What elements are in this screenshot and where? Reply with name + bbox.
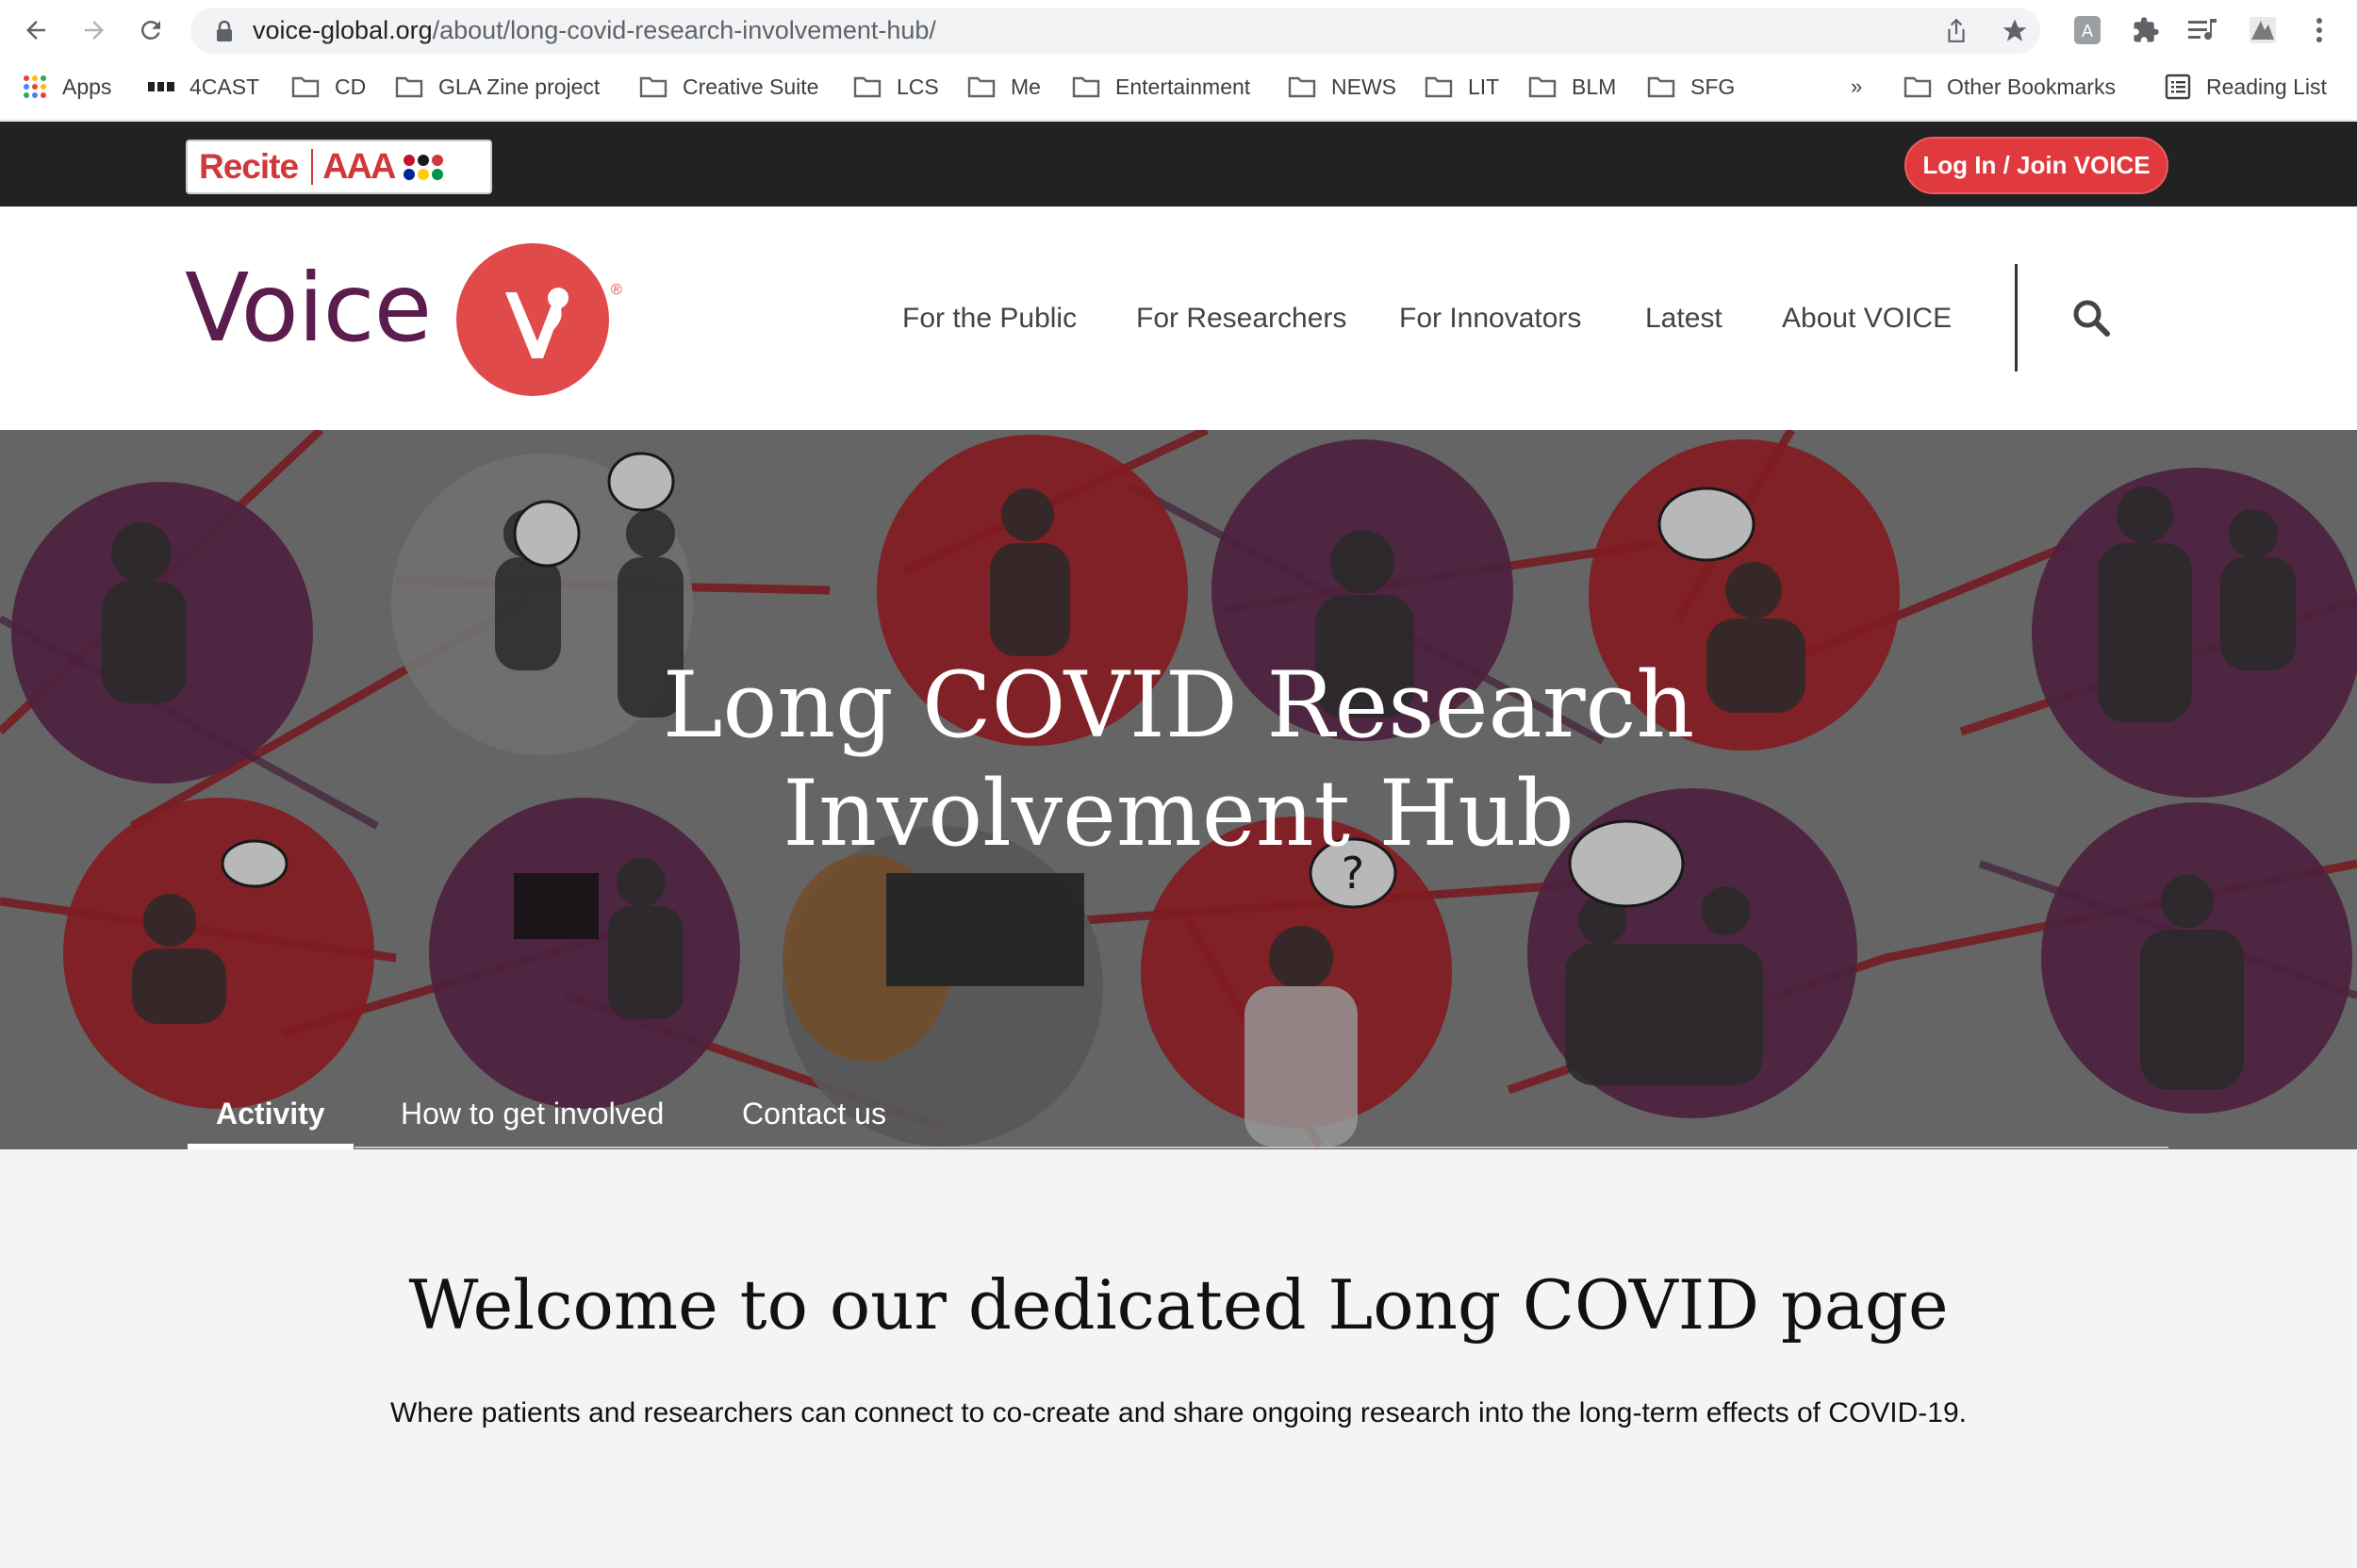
bookmark-gla-zine-project[interactable]: GLA Zine project <box>395 60 600 113</box>
hero-title: Long COVID Research Involvement Hub <box>0 652 2357 868</box>
tab-activity[interactable]: Activity <box>188 1090 354 1149</box>
recite-divider <box>311 149 314 185</box>
nav-divider <box>2015 264 2018 371</box>
hero-title-line-2: Involvement Hub <box>783 761 1574 867</box>
language-flags-icon <box>404 154 444 180</box>
nav-for-the-public[interactable]: For the Public <box>902 206 1077 430</box>
bookmarks-bar: Apps 4CAST CD GLA Zine project Creative … <box>0 60 2357 121</box>
bookmark-label: BLM <box>1572 74 1617 99</box>
reading-list-label: Reading List <box>2206 74 2327 99</box>
hero-title-line-1: Long COVID Research <box>662 652 1695 758</box>
folder-icon <box>1288 76 1316 98</box>
logo-wordmark[interactable]: Voice <box>185 261 432 355</box>
registered-mark: ® <box>611 282 622 298</box>
bookmark-label: LCS <box>897 74 939 99</box>
bookmark-lcs[interactable]: LCS <box>853 60 939 113</box>
folder-icon <box>1904 76 1932 98</box>
reload-icon <box>140 20 160 40</box>
bookmark-other-bookmarks[interactable]: Other Bookmarks <box>1904 60 2116 113</box>
bookmark-news[interactable]: NEWS <box>1288 60 1396 113</box>
nav-about-voice[interactable]: About VOICE <box>1782 206 1952 430</box>
welcome-heading: Welcome to our dedicated Long COVID page <box>408 1265 1949 1345</box>
bookmark-label: Other Bookmarks <box>1947 74 2116 99</box>
star-icon[interactable] <box>2001 17 2029 45</box>
back-button[interactable] <box>17 11 55 49</box>
text-size-label: AAA <box>322 146 396 187</box>
bookmark-label: 4CAST <box>190 74 260 99</box>
nav-for-researchers[interactable]: For Researchers <box>1136 206 1346 430</box>
puzzle-icon[interactable] <box>2127 11 2165 49</box>
folder-icon <box>853 76 882 98</box>
nav-latest[interactable]: Latest <box>1645 206 1722 430</box>
folder-icon <box>1072 76 1100 98</box>
tab-how-to-get-involved[interactable]: How to get involved <box>401 1090 664 1149</box>
folder-icon <box>639 76 668 98</box>
site-topbar: Recite AAA Log In / Join VOICE <box>0 122 2357 206</box>
bookmark-cd[interactable]: CD <box>291 60 366 113</box>
bookmark-label: LIT <box>1468 74 1500 99</box>
chevron-double-right-icon: » <box>1851 74 1863 98</box>
extension-a-icon[interactable]: A <box>2069 11 2106 49</box>
nav-for-innovators[interactable]: For Innovators <box>1399 206 1581 430</box>
bookmark-apps[interactable]: Apps <box>23 60 111 113</box>
folder-icon <box>291 76 320 98</box>
bookmark-blm[interactable]: BLM <box>1528 60 1616 113</box>
reading-list-icon <box>2165 74 2191 100</box>
folder-icon <box>1647 76 1675 98</box>
bookmark-label: CD <box>335 74 367 99</box>
tab-contact-us[interactable]: Contact us <box>742 1090 886 1149</box>
bookmarks-overflow-button[interactable]: » <box>1851 60 1862 113</box>
bookmark-label: Apps <box>62 74 112 99</box>
search-icon <box>2073 300 2110 337</box>
arrow-left-icon <box>26 21 45 40</box>
reading-list-button[interactable]: Reading List <box>2165 60 2327 113</box>
bookmark-creative-suite[interactable]: Creative Suite <box>639 60 818 113</box>
folder-icon <box>1528 76 1557 98</box>
recite-label: Recite <box>199 147 299 186</box>
hero-tabs: Activity How to get involved Contact us <box>0 1090 2357 1149</box>
menu-dots-icon[interactable] <box>2300 11 2338 49</box>
recite-accessibility-button[interactable]: Recite AAA <box>186 140 492 194</box>
site-header: Voice ® For the Public For Researchers F… <box>0 206 2357 430</box>
bookmark-label: GLA Zine project <box>438 74 601 99</box>
svg-text:A: A <box>2082 22 2094 41</box>
hero-banner: ? Long COVID Research Involvement Hub Ac… <box>0 430 2357 1149</box>
apps-grid-icon <box>24 75 46 98</box>
address-bar[interactable]: voice-global.org/about/long-covid-resear… <box>190 8 2040 54</box>
bookmark-label: Entertainment <box>1115 74 1251 99</box>
arrow-right-icon <box>85 21 104 40</box>
reload-button[interactable] <box>132 11 170 49</box>
bookmark-label: NEWS <box>1331 74 1396 99</box>
bookmark-entertainment[interactable]: Entertainment <box>1072 60 1250 113</box>
share-icon[interactable] <box>1942 17 1970 45</box>
extension-b-icon[interactable] <box>2244 11 2282 49</box>
forward-button[interactable] <box>75 11 113 49</box>
search-button[interactable] <box>2070 297 2112 338</box>
bookmark-lit[interactable]: LIT <box>1425 60 1499 113</box>
bookmark-label: Creative Suite <box>683 74 819 99</box>
bookmark-label: SFG <box>1690 74 1736 99</box>
browser-toolbar: voice-global.org/about/long-covid-resear… <box>0 0 2357 60</box>
media-playlist-icon[interactable] <box>2185 11 2223 49</box>
url-text: voice-global.org/about/long-covid-resear… <box>253 16 936 44</box>
welcome-description: Where patients and researchers can conne… <box>389 1397 1968 1428</box>
bookmark-4cast[interactable]: 4CAST <box>148 60 259 113</box>
login-join-button[interactable]: Log In / Join VOICE <box>1904 137 2168 194</box>
bookmark-label: Me <box>1011 74 1041 99</box>
lock-icon <box>217 20 232 41</box>
folder-icon <box>395 76 423 98</box>
bookmark-sfg[interactable]: SFG <box>1647 60 1735 113</box>
bars-icon <box>148 82 174 91</box>
bookmark-me[interactable]: Me <box>967 60 1041 113</box>
folder-icon <box>967 76 996 98</box>
folder-icon <box>1425 76 1453 98</box>
voice-logo-icon[interactable] <box>456 243 609 396</box>
